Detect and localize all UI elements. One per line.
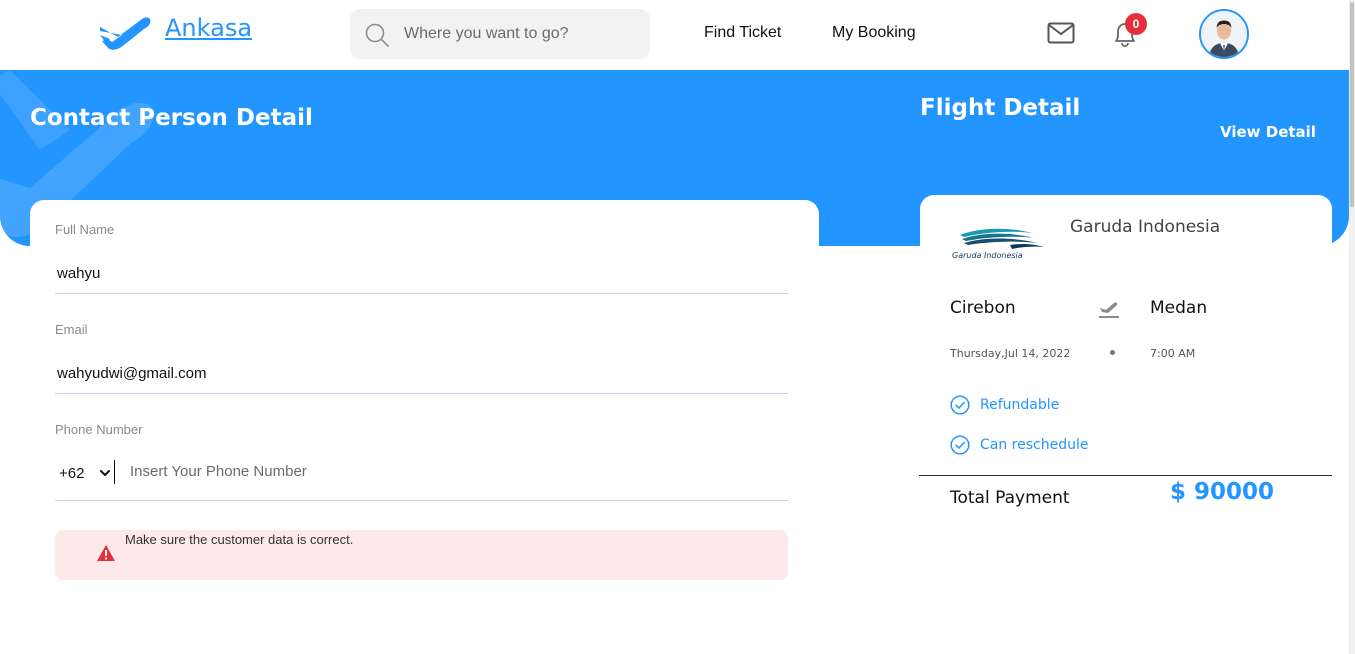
nav-find-ticket[interactable]: Find Ticket bbox=[704, 24, 781, 42]
flight-time: 7:00 AM bbox=[1150, 347, 1196, 360]
total-divider bbox=[919, 475, 1332, 476]
feature-label: Refundable bbox=[980, 397, 1060, 413]
warning-text: Make sure the customer data is correct. bbox=[125, 532, 354, 547]
nav-my-booking[interactable]: My Booking bbox=[832, 24, 916, 42]
check-circle-icon bbox=[950, 435, 970, 455]
airline-name: Garuda Indonesia bbox=[1070, 217, 1221, 237]
notification-badge: 0 bbox=[1125, 13, 1147, 35]
destination-city: Medan bbox=[1150, 298, 1208, 318]
email-label: Email bbox=[55, 322, 88, 337]
check-circle-icon bbox=[950, 395, 970, 415]
scrollbar-thumb[interactable] bbox=[1350, 2, 1354, 207]
search-bar[interactable] bbox=[350, 9, 650, 59]
phone-input[interactable] bbox=[130, 457, 730, 485]
flight-section-title: Flight Detail bbox=[920, 95, 1081, 121]
avatar[interactable] bbox=[1199, 9, 1249, 59]
chevron-down-icon[interactable] bbox=[99, 467, 111, 479]
user-avatar-icon bbox=[1201, 11, 1247, 57]
flight-date: Thursday,Jul 14, 2022 bbox=[950, 347, 1071, 360]
total-payment-label: Total Payment bbox=[950, 488, 1070, 508]
contact-form-card: Full Name Email Phone Number +62 Make su… bbox=[30, 200, 819, 640]
search-input[interactable] bbox=[404, 22, 634, 46]
plane-logo-icon[interactable] bbox=[98, 15, 152, 53]
warning-alert: Make sure the customer data is correct. bbox=[55, 530, 788, 580]
top-navbar: Ankasa Find Ticket My Booking 0 bbox=[0, 0, 1349, 70]
country-code-select[interactable]: +62 bbox=[59, 465, 84, 482]
mail-icon[interactable] bbox=[1047, 22, 1075, 44]
phone-label: Phone Number bbox=[55, 422, 143, 437]
phone-divider bbox=[114, 460, 115, 484]
separator-dot bbox=[1110, 350, 1115, 355]
brand-name[interactable]: Ankasa bbox=[165, 14, 252, 42]
warning-icon bbox=[97, 545, 115, 561]
view-detail-link[interactable]: View Detail bbox=[1220, 123, 1316, 141]
email-field[interactable] bbox=[55, 354, 788, 394]
total-payment-value: $ 90000 bbox=[1170, 479, 1275, 505]
airline-logo: Garuda Indonesia bbox=[952, 228, 1044, 260]
search-icon bbox=[365, 23, 389, 47]
full-name-field[interactable] bbox=[55, 254, 788, 294]
full-name-label: Full Name bbox=[55, 222, 115, 237]
booking-page: Ankasa Find Ticket My Booking 0 bbox=[0, 0, 1355, 654]
contact-section-title: Contact Person Detail bbox=[30, 105, 313, 131]
airline-logo-text: Garuda Indonesia bbox=[952, 251, 1023, 260]
page-scrollbar[interactable] bbox=[1349, 0, 1355, 654]
plane-departure-icon bbox=[1099, 302, 1119, 318]
phone-field-row: +62 bbox=[55, 455, 788, 501]
origin-city: Cirebon bbox=[950, 298, 1016, 318]
feature-label: Can reschedule bbox=[980, 437, 1089, 453]
